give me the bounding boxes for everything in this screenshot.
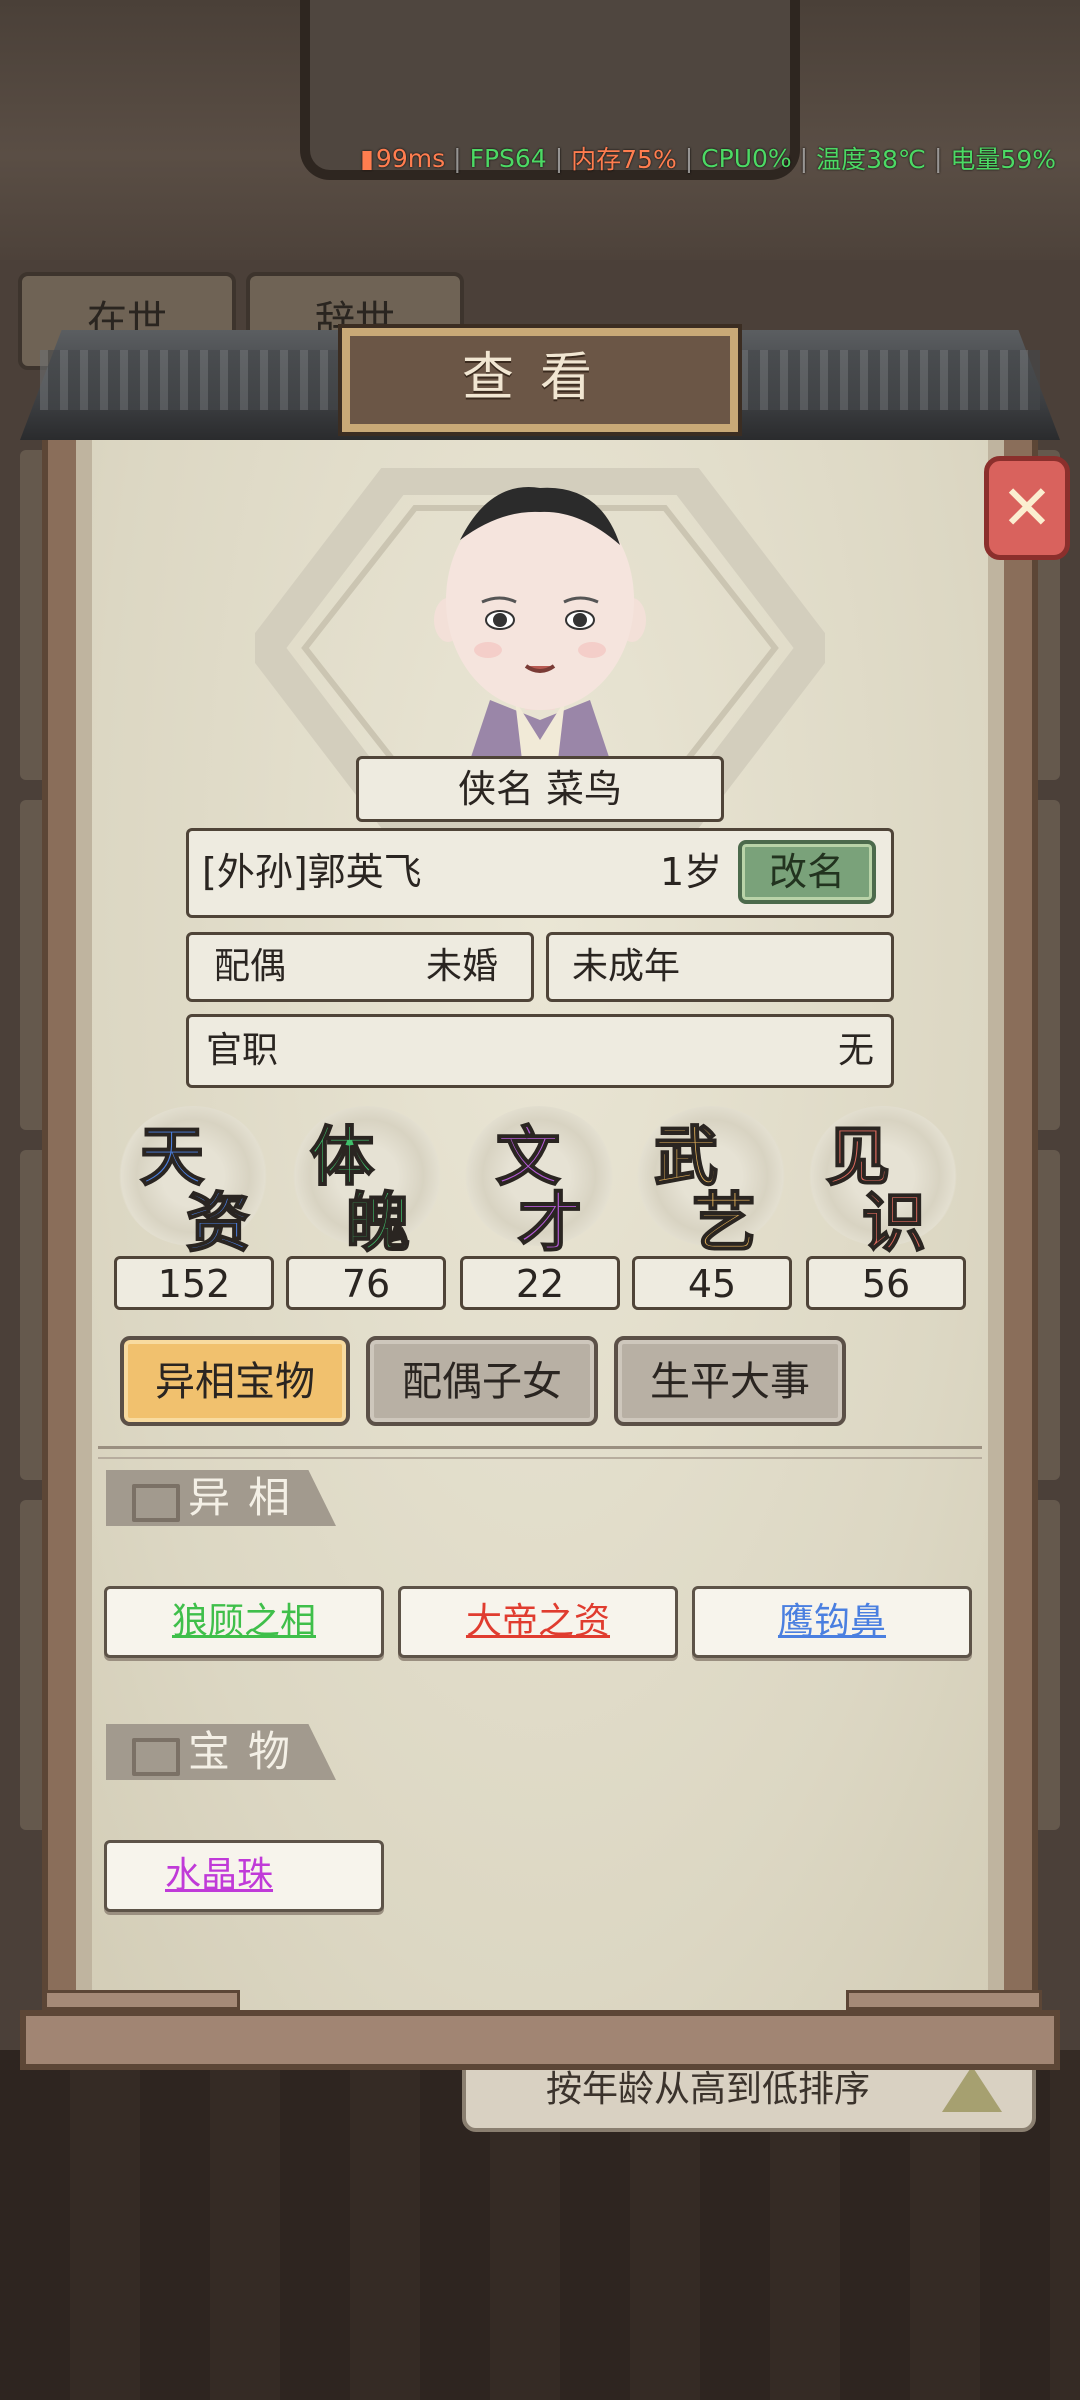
- stat-knowledge-value: 56: [806, 1256, 966, 1310]
- tab-life-events[interactable]: 生平大事: [614, 1336, 846, 1426]
- adult-status: 未成年: [572, 946, 681, 987]
- header-pattern-icon: [132, 1484, 180, 1522]
- spouse-label: 配偶: [214, 946, 287, 987]
- trait-item-3[interactable]: 鹰钩鼻: [692, 1586, 972, 1658]
- close-icon: ✕: [1001, 471, 1053, 544]
- office-value: 无: [838, 1030, 875, 1071]
- rename-button[interactable]: 改名: [738, 840, 876, 904]
- tab-traits-treasures[interactable]: 异相宝物: [120, 1336, 350, 1426]
- treasure-item-1[interactable]: 水晶珠: [104, 1840, 384, 1912]
- cpu-text: CPU0%: [701, 143, 792, 173]
- fps-text: FPS64: [469, 143, 547, 173]
- stat-literature-char-2: 才: [517, 1185, 583, 1262]
- stat-literature-value: 22: [460, 1256, 620, 1310]
- dialog-base: [20, 2010, 1060, 2070]
- spouse-value: 未婚: [426, 946, 499, 987]
- trait-item-2[interactable]: 大帝之资: [398, 1586, 678, 1658]
- battery-text: 电量59%: [950, 145, 1056, 174]
- character-name: [外孙]郭英飞: [202, 850, 422, 894]
- sort-label: 按年龄从高到低排序: [546, 2069, 871, 2110]
- stat-talent-char-2: 资: [185, 1185, 251, 1262]
- rail-right: [846, 1990, 1042, 2010]
- performance-status-bar: ▮ 99ms | FPS64 | 内存75% | CPU0% | 温度38℃ |…: [352, 140, 1064, 176]
- temperature-text: 温度38℃: [816, 145, 926, 174]
- office-row: [186, 1014, 894, 1088]
- stat-martial-char-2: 艺: [691, 1185, 757, 1262]
- section-divider: [98, 1446, 982, 1459]
- tab-spouse-children[interactable]: 配偶子女: [366, 1336, 598, 1426]
- traits-section-title: 异相: [188, 1473, 309, 1522]
- treasures-section-title: 宝物: [188, 1727, 309, 1776]
- nickname-plate: 侠名 菜鸟: [356, 756, 724, 822]
- sort-arrow-icon: [942, 2066, 1002, 2112]
- stat-martial-value: 45: [632, 1256, 792, 1310]
- header-pattern-icon: [132, 1738, 180, 1776]
- character-avatar: [434, 487, 646, 760]
- rail-left: [44, 1990, 240, 2010]
- stat-physique-char-2: 魄: [345, 1185, 411, 1262]
- stat-talent-value: 152: [114, 1256, 274, 1310]
- memory-text: 内存75%: [571, 145, 677, 174]
- stat-knowledge-char-2: 识: [861, 1185, 927, 1262]
- office-label: 官职: [206, 1030, 279, 1071]
- stat-physique-value: 76: [286, 1256, 446, 1310]
- character-age: 1岁: [660, 850, 723, 894]
- dialog-title: 查看: [461, 348, 618, 408]
- trait-item-1[interactable]: 狼顾之相: [104, 1586, 384, 1658]
- close-button[interactable]: ✕: [984, 456, 1070, 560]
- signal-icon: ▮: [360, 143, 374, 173]
- ping-text: 99ms: [375, 143, 446, 173]
